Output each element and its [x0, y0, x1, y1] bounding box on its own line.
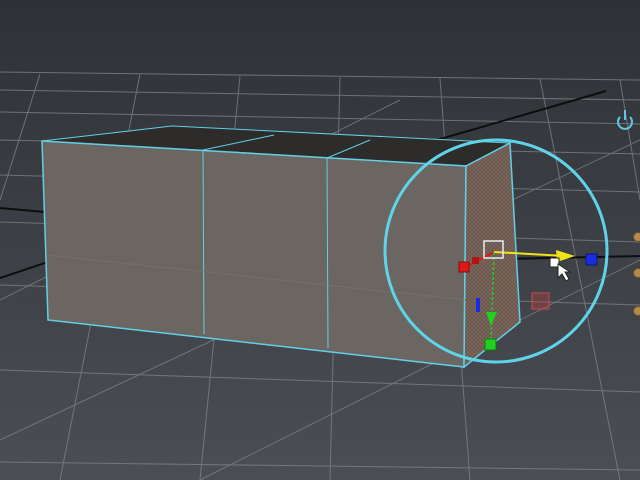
manipulator-red-handle[interactable] [458, 261, 470, 273]
manipulator-plane-handle[interactable] [476, 298, 480, 312]
side-control-dot[interactable] [633, 268, 640, 278]
3d-viewport[interactable] [0, 0, 640, 480]
pivot-ghost-marker [531, 292, 550, 310]
side-control-dot[interactable] [633, 232, 640, 242]
manipulator-blue-handle[interactable] [585, 253, 598, 266]
manipulator-green-handle[interactable] [484, 338, 497, 351]
viewport-canvas[interactable] [0, 0, 640, 480]
side-control-dot[interactable] [633, 306, 640, 316]
